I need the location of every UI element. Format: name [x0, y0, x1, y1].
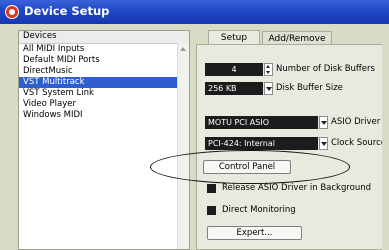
scroll-up-arrow-icon[interactable] [179, 44, 188, 54]
devices-scrollbar[interactable] [177, 43, 189, 249]
clock-source-label: Clock Source [331, 138, 386, 148]
window-right-edge [382, 24, 389, 250]
expert-button[interactable]: Expert... [207, 226, 302, 240]
disk-buffers-stepper[interactable] [264, 63, 273, 76]
disk-buffers-label: Number of Disk Buffers [276, 64, 375, 74]
device-item-directmusic[interactable]: DirectMusic [19, 66, 177, 77]
device-item-all-midi-inputs[interactable]: All MIDI Inputs [19, 44, 177, 55]
direct-monitoring-checkbox[interactable] [207, 206, 216, 215]
chevron-down-icon[interactable] [264, 82, 273, 95]
direct-monitoring-label: Direct Monitoring [222, 205, 296, 215]
control-panel-button[interactable]: Control Panel [203, 160, 291, 174]
disk-buffers-field[interactable]: 4 [205, 63, 263, 76]
release-asio-checkbox[interactable] [207, 184, 216, 193]
disk-buffer-size-label: Disk Buffer Size [276, 83, 343, 93]
devices-list-header: Devices [19, 31, 189, 44]
disk-buffer-size-select[interactable]: 256 KB [205, 82, 263, 95]
devices-header-label: Devices [23, 31, 57, 41]
devices-list[interactable]: Devices All MIDI Inputs Default MIDI Por… [18, 30, 190, 250]
asio-driver-select[interactable]: MOTU PCI ASIO [205, 116, 318, 129]
device-item-video-player[interactable]: Video Player [19, 99, 177, 110]
title-bar[interactable]: Device Setup [0, 0, 389, 24]
chevron-down-icon[interactable] [319, 137, 328, 150]
device-item-vst-system-link[interactable]: VST System Link [19, 88, 177, 99]
window-title: Device Setup [24, 4, 110, 18]
stepper-up-icon [266, 65, 270, 68]
clock-source-select[interactable]: PCI-424: Internal [205, 137, 318, 150]
device-item-default-midi-ports[interactable]: Default MIDI Ports [19, 55, 177, 66]
device-item-vst-multitrack[interactable]: VST Multitrack [19, 77, 177, 88]
stepper-down-icon [266, 71, 270, 74]
device-item-windows-midi[interactable]: Windows MIDI [19, 110, 177, 121]
app-logo-icon [5, 5, 19, 19]
asio-driver-label: ASIO Driver [331, 117, 381, 127]
chevron-down-icon[interactable] [319, 116, 328, 129]
device-setup-window: Device Setup Devices All MIDI Inputs Def… [0, 0, 389, 250]
release-asio-label: Release ASIO Driver in Background [222, 183, 372, 193]
